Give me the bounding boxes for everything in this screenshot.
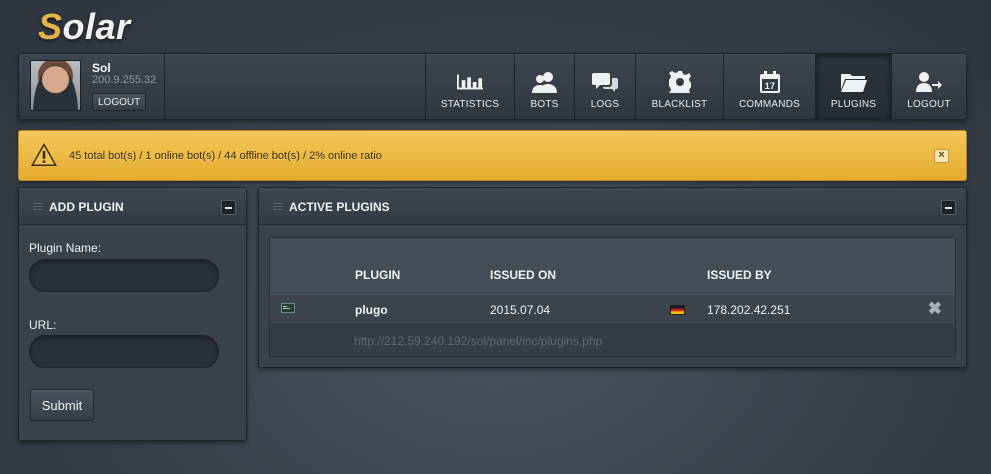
add-plugin-title: ADD PLUGIN <box>49 200 124 214</box>
column-issued-by: ISSUED BY <box>707 268 772 282</box>
folder-icon <box>840 71 867 93</box>
nav-statistics-label: STATISTICS <box>440 99 500 110</box>
column-issued-on: ISSUED ON <box>490 268 557 282</box>
active-plugins-panel: ACTIVE PLUGINS PLUGIN ISSUED ON ISSUED B… <box>258 187 967 368</box>
nav-logs[interactable]: LOGS <box>574 54 635 119</box>
nav-logout-label: LOGOUT <box>907 99 951 110</box>
plugin-icon <box>281 300 295 313</box>
submit-button[interactable]: Submit <box>30 389 94 421</box>
status-alert: 45 total bot(s) / 1 online bot(s) / 44 o… <box>18 130 967 181</box>
top-navigation-bar: Sol 200.9.255.32 LOGOUT STATISTICS BOTS … <box>18 53 967 120</box>
url-input[interactable] <box>29 335 219 368</box>
url-label: URL: <box>29 318 57 332</box>
nav-logs-label: LOGS <box>590 99 620 110</box>
nav-logout[interactable]: LOGOUT <box>891 54 966 119</box>
plugin-url-row: http://212.59.240.192/sol/panel/inc/plug… <box>270 325 955 356</box>
nav-blacklist[interactable]: BLACKLIST <box>635 54 723 119</box>
alert-message: 45 total bot(s) / 1 online bot(s) / 44 o… <box>69 150 382 162</box>
plugin-url: http://212.59.240.192/sol/panel/inc/plug… <box>354 334 603 348</box>
nav-plugins[interactable]: PLUGINS <box>815 54 891 119</box>
user-panel: Sol 200.9.255.32 LOGOUT <box>19 54 165 119</box>
nav-statistics[interactable]: STATISTICS <box>425 54 514 119</box>
plugin-name-label: Plugin Name: <box>29 241 102 255</box>
issued-on-cell: 2015.07.04 <box>490 303 551 317</box>
grip-icon <box>273 203 283 210</box>
nav-blacklist-label: BLACKLIST <box>651 99 708 110</box>
collapse-button[interactable] <box>941 200 956 215</box>
bar-chart-icon <box>457 71 483 93</box>
gear-icon <box>667 71 693 93</box>
nav-commands-label: COMMANDS <box>738 99 801 110</box>
user-ip: 200.9.255.32 <box>92 74 157 86</box>
users-icon <box>531 71 558 93</box>
alert-close-button[interactable]: × <box>934 149 949 163</box>
grip-icon <box>33 203 43 210</box>
nav-bots[interactable]: BOTS <box>514 54 574 119</box>
plugin-name-cell: plugo <box>355 303 388 317</box>
collapse-button[interactable] <box>221 200 236 215</box>
nav-bots-label: BOTS <box>530 99 559 110</box>
avatar <box>30 60 81 111</box>
user-logout-button[interactable]: LOGOUT <box>92 93 147 111</box>
germany-flag-icon <box>670 305 685 315</box>
calendar-icon: 17 <box>757 71 783 93</box>
user-name: Sol <box>92 61 111 75</box>
user-logout-icon <box>916 71 942 93</box>
warning-icon <box>30 142 58 172</box>
calendar-icon-day: 17 <box>764 81 774 91</box>
plugins-table: PLUGIN ISSUED ON ISSUED BY plugo 2015.07… <box>269 237 956 357</box>
active-plugins-header: ACTIVE PLUGINS <box>259 188 966 225</box>
plugin-name-input[interactable] <box>29 259 219 292</box>
column-plugin: PLUGIN <box>355 268 401 282</box>
add-plugin-header: ADD PLUGIN <box>19 188 246 225</box>
chat-bubbles-icon <box>592 71 618 93</box>
nav-commands[interactable]: 17 COMMANDS <box>723 54 815 119</box>
remove-plugin-button[interactable]: ✖ <box>928 299 942 319</box>
active-plugins-title: ACTIVE PLUGINS <box>289 200 390 214</box>
issued-by-cell: 178.202.42.251 <box>707 303 791 317</box>
solar-logo: Solar <box>38 6 131 47</box>
nav-plugins-label: PLUGINS <box>830 99 877 110</box>
table-row: plugo 2015.07.04 178.202.42.251 ✖ <box>270 295 955 325</box>
main-nav: STATISTICS BOTS LOGS BLACKLIST 17 COMMAN… <box>425 54 966 119</box>
table-header: PLUGIN ISSUED ON ISSUED BY <box>270 238 955 295</box>
add-plugin-panel: ADD PLUGIN Plugin Name: URL: Submit <box>18 187 247 441</box>
